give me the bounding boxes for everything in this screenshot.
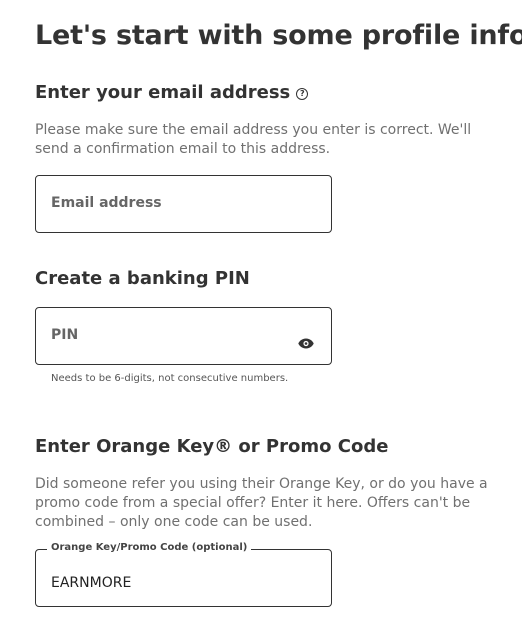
email-section-heading: Enter your email address? [35, 82, 309, 103]
pin-section-heading: Create a banking PIN [35, 268, 250, 289]
pin-field[interactable]: PIN [35, 307, 332, 365]
email-placeholder: Email address [51, 195, 162, 211]
email-heading-label: Enter your email address [35, 82, 291, 103]
eye-icon[interactable] [298, 334, 314, 349]
page-title: Let's start with some profile info [35, 20, 522, 51]
promo-code-label: Orange Key/Promo Code (optional) [47, 542, 252, 553]
email-field[interactable]: Email address [35, 175, 332, 233]
promo-code-field[interactable]: Orange Key/Promo Code (optional) EARNMOR… [35, 542, 332, 607]
pin-hint: Needs to be 6-digits, not consecutive nu… [51, 373, 289, 384]
pin-placeholder: PIN [51, 327, 79, 343]
profile-info-page: Let's start with some profile info Enter… [0, 0, 522, 623]
promo-section-heading: Enter Orange Key® or Promo Code [35, 436, 389, 457]
question-circle-icon[interactable]: ? [296, 88, 309, 100]
email-description: Please make sure the email address you e… [35, 122, 472, 157]
promo-description: Did someone refer you using their Orange… [35, 476, 488, 530]
promo-code-value: EARNMORE [51, 575, 132, 591]
